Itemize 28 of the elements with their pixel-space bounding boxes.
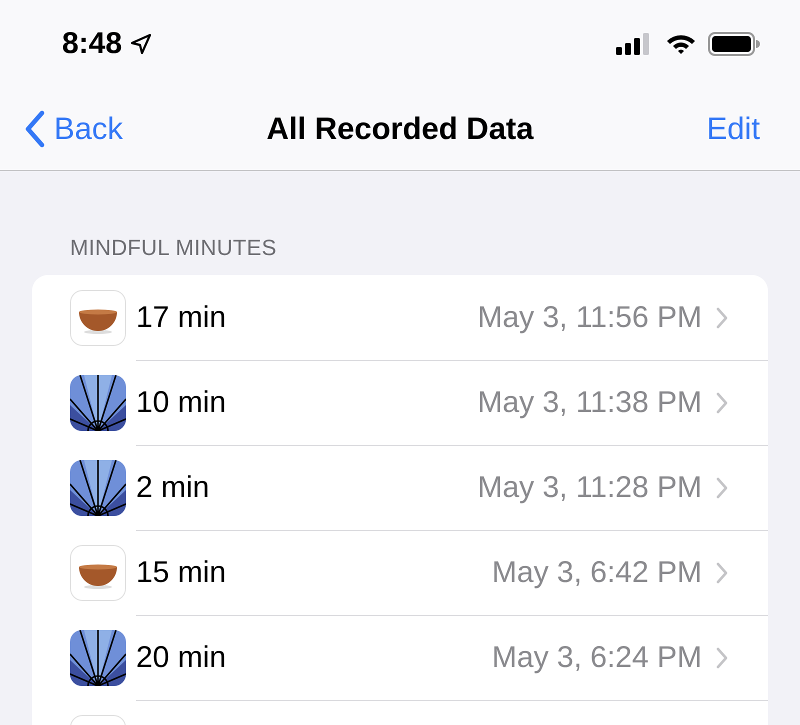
duration-text: 10 min	[136, 386, 226, 420]
sunburst-icon	[70, 630, 126, 686]
edit-button[interactable]: Edit	[706, 111, 760, 147]
chevron-icon	[716, 562, 728, 584]
page-title: All Recorded Data	[266, 111, 534, 146]
battery-icon	[708, 32, 760, 56]
chevron-icon	[24, 110, 46, 148]
chevron-icon	[716, 392, 728, 414]
signal-icon	[616, 32, 652, 56]
status-time: 8:48	[62, 27, 122, 61]
duration-text: 2 min	[136, 470, 210, 504]
date-text: May 3, 11:28 PM	[477, 470, 702, 504]
date-text: May 3, 6:24 PM	[492, 640, 702, 674]
section-header: MINDFUL MINUTES	[70, 235, 278, 261]
location-icon	[130, 33, 152, 55]
wifi-icon	[666, 33, 696, 55]
sunburst-icon	[70, 460, 126, 516]
duration-text: 15 min	[136, 556, 226, 590]
date-text: May 3, 11:56 PM	[477, 300, 702, 334]
duration-text: 17 min	[136, 300, 226, 334]
duration-text: 20 min	[136, 640, 226, 674]
date-text: May 3, 11:38 PM	[477, 386, 702, 420]
back-button[interactable]: Back	[24, 110, 123, 148]
chevron-icon	[716, 646, 728, 668]
chevron-icon	[716, 476, 728, 498]
date-text: May 3, 6:42 PM	[492, 556, 702, 590]
chevron-icon	[716, 306, 728, 328]
sunburst-icon	[70, 374, 126, 430]
